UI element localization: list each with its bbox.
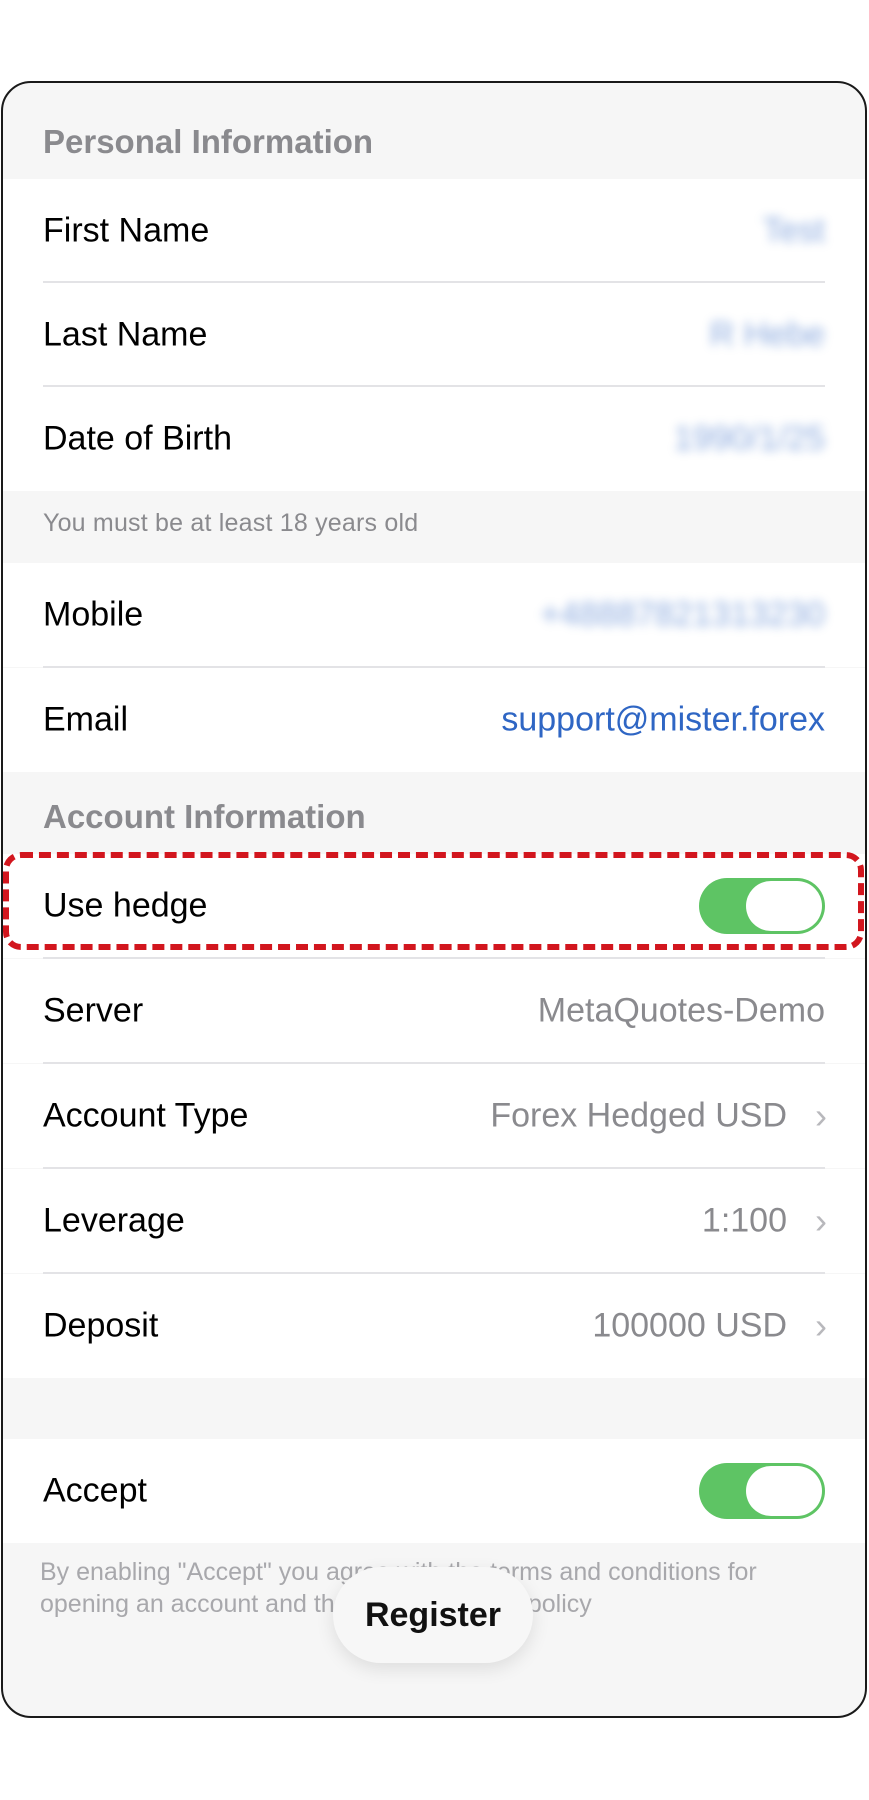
- row-mobile[interactable]: Mobile +48887821313230: [3, 563, 865, 667]
- row-deposit[interactable]: Deposit 100000 USD ›: [3, 1274, 865, 1378]
- row-leverage[interactable]: Leverage 1:100 ›: [3, 1169, 865, 1273]
- register-button[interactable]: Register: [333, 1567, 533, 1663]
- row-email[interactable]: Email support@mister.forex: [3, 668, 865, 772]
- first-name-value[interactable]: Test: [763, 212, 825, 251]
- section-title-personal: Personal Information: [43, 123, 374, 160]
- leverage-label: Leverage: [43, 1201, 185, 1240]
- section-title-account: Account Information: [43, 798, 366, 835]
- chevron-right-icon: ›: [815, 1095, 827, 1136]
- email-label: Email: [43, 700, 129, 739]
- accept-label: Accept: [43, 1471, 147, 1510]
- row-accept: Accept: [3, 1439, 865, 1543]
- date-of-birth-value[interactable]: 1990/1/25: [674, 420, 825, 459]
- first-name-label: First Name: [43, 211, 210, 250]
- row-server[interactable]: Server MetaQuotes-Demo: [3, 959, 865, 1063]
- row-account-type[interactable]: Account Type Forex Hedged USD ›: [3, 1064, 865, 1168]
- row-last-name[interactable]: Last Name R Hebe: [3, 283, 865, 387]
- age-requirement-note: You must be at least 18 years old: [43, 509, 419, 537]
- deposit-label: Deposit: [43, 1306, 159, 1345]
- email-value[interactable]: support@mister.forex: [501, 701, 825, 740]
- accept-toggle[interactable]: [699, 1463, 825, 1519]
- use-hedge-highlight-annotation: [3, 852, 864, 950]
- row-date-of-birth[interactable]: Date of Birth 1990/1/25: [3, 387, 865, 491]
- date-of-birth-label: Date of Birth: [43, 419, 232, 458]
- mobile-label: Mobile: [43, 595, 144, 634]
- leverage-value: 1:100: [701, 1201, 787, 1240]
- toggle-knob: [746, 1466, 822, 1516]
- chevron-right-icon: ›: [815, 1305, 827, 1346]
- account-type-label: Account Type: [43, 1096, 249, 1135]
- mobile-value[interactable]: +48887821313230: [540, 596, 825, 635]
- account-type-value: Forex Hedged USD: [490, 1096, 787, 1135]
- last-name-value[interactable]: R Hebe: [710, 316, 825, 355]
- chevron-right-icon: ›: [815, 1200, 827, 1241]
- deposit-value: 100000 USD: [592, 1306, 787, 1345]
- row-first-name[interactable]: First Name Test: [3, 179, 865, 283]
- server-value: MetaQuotes-Demo: [537, 991, 825, 1030]
- last-name-label: Last Name: [43, 315, 208, 354]
- server-label: Server: [43, 991, 144, 1030]
